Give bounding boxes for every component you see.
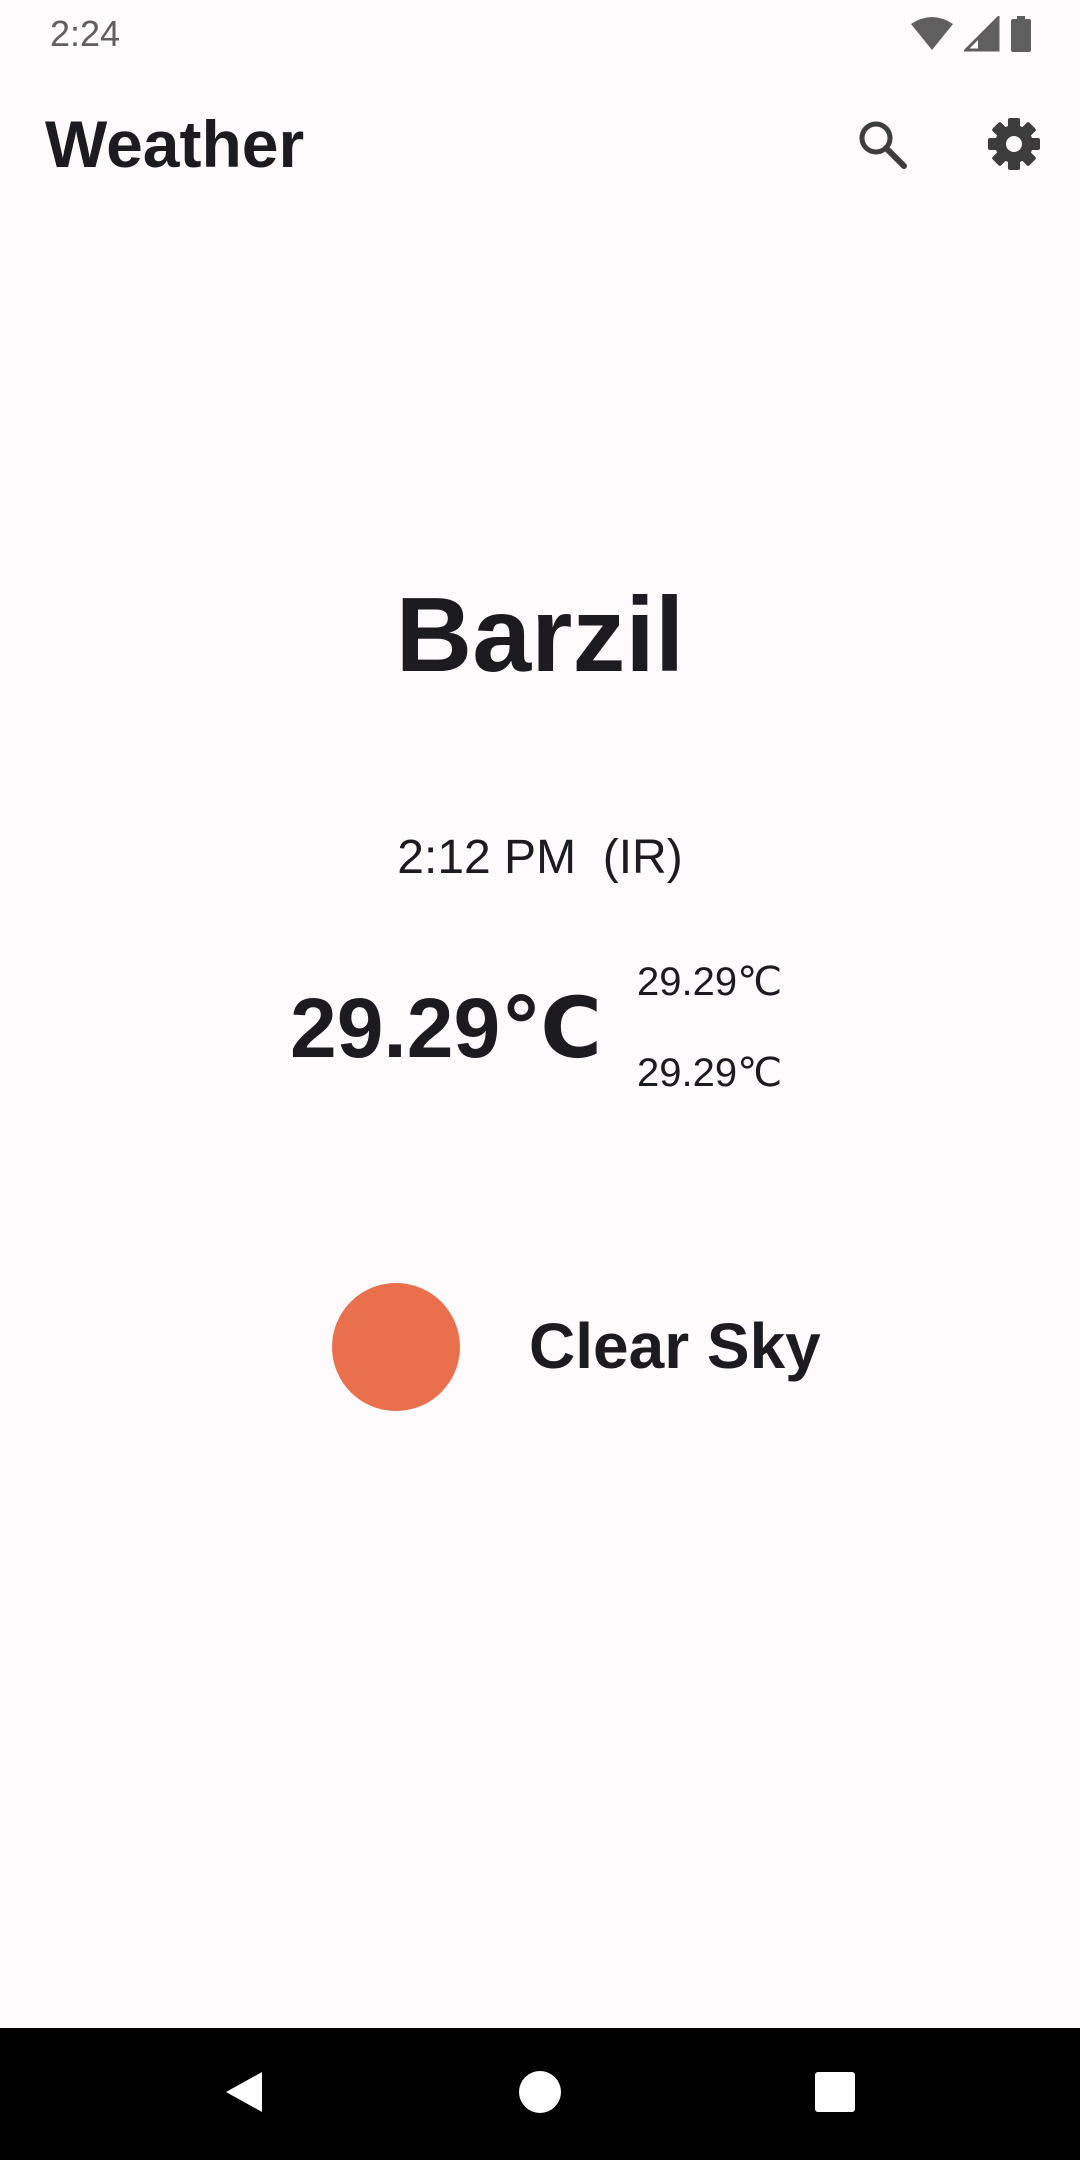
weather-condition-icon	[332, 1283, 460, 1411]
local-time: 2:12 PM	[397, 831, 577, 884]
current-temperature: 29.29℃	[290, 981, 602, 1075]
back-button[interactable]	[204, 2054, 284, 2134]
timezone-label: (IR)	[602, 831, 683, 884]
back-icon	[222, 2068, 266, 2121]
wifi-icon	[910, 16, 954, 52]
signal-icon	[964, 16, 1000, 52]
status-bar: 2:24	[0, 0, 1080, 66]
battery-icon	[1010, 16, 1032, 52]
settings-icon	[986, 116, 1042, 177]
app-title: Weather	[45, 107, 305, 181]
home-button[interactable]	[500, 2054, 580, 2134]
app-bar: Weather	[0, 86, 1080, 196]
status-time: 2:24	[50, 13, 121, 54]
min-temperature: 29.29℃	[637, 1051, 783, 1095]
status-icons	[910, 14, 1032, 54]
local-time-row: 2:12 PM (IR)	[0, 828, 1080, 888]
search-button[interactable]	[842, 106, 922, 186]
max-temperature: 29.29℃	[637, 960, 783, 1004]
search-icon	[856, 118, 908, 175]
recents-button[interactable]	[795, 2054, 875, 2134]
settings-button[interactable]	[974, 106, 1054, 186]
weather-condition: Clear Sky	[529, 1310, 821, 1382]
home-icon	[518, 2070, 562, 2119]
navigation-bar	[0, 2028, 1080, 2160]
recents-icon	[814, 2071, 856, 2118]
city-name: Barzil	[395, 576, 685, 694]
